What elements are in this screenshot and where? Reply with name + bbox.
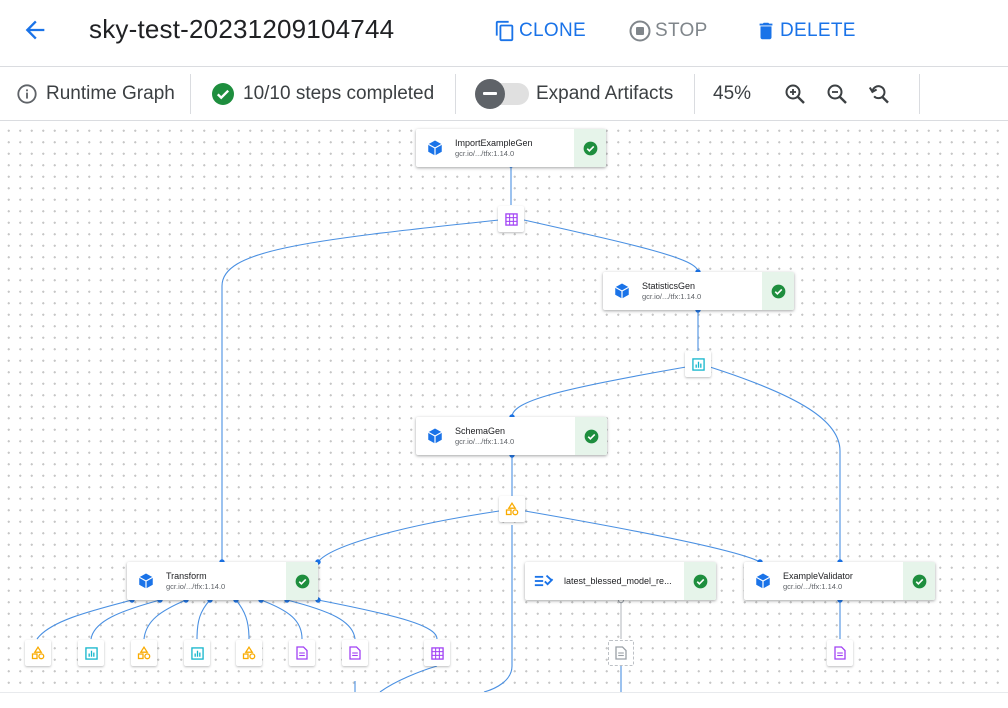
artifact-schema[interactable] — [131, 640, 157, 666]
success-check-icon — [295, 574, 309, 588]
node-image: gcr.io/.../tfx:1.14.0 — [455, 436, 515, 446]
node-name: latest_blessed_model_re... — [564, 575, 672, 586]
zoom-reset-icon — [868, 85, 889, 104]
component-cube-icon — [755, 573, 771, 589]
check-circle-icon — [212, 82, 234, 105]
success-check-icon — [912, 574, 926, 588]
zoom-reset-button[interactable] — [866, 81, 892, 107]
artifact-schema[interactable] — [236, 640, 262, 666]
success-check-icon — [771, 284, 785, 298]
artifact-file[interactable] — [289, 640, 315, 666]
artifact-statistics[interactable] — [184, 640, 210, 666]
component-cube-icon — [614, 283, 630, 299]
copy-icon — [495, 20, 514, 42]
node-name: StatisticsGen — [642, 280, 696, 291]
stop-label: STOP — [655, 20, 708, 41]
zoom-out-icon — [827, 84, 847, 104]
node-name: SchemaGen — [455, 425, 506, 436]
artifact-statistics[interactable] — [685, 351, 711, 377]
schema-artifact-icon — [242, 646, 256, 660]
artifact-file[interactable] — [342, 640, 368, 666]
runtime-graph-info[interactable]: Runtime Graph — [16, 67, 175, 120]
examples-artifact-icon — [430, 646, 444, 660]
artifact-examples[interactable] — [498, 206, 524, 232]
success-check-icon — [583, 141, 597, 155]
info-icon — [17, 83, 37, 104]
node-name: ImportExampleGen — [455, 137, 533, 148]
success-check-icon — [693, 574, 707, 588]
artifact-schema[interactable] — [25, 640, 51, 666]
component-cube-icon — [427, 140, 443, 156]
node-image: gcr.io/.../tfx:1.14.0 — [783, 581, 843, 591]
toolbar-divider — [694, 74, 695, 114]
file-artifact-icon — [296, 646, 308, 660]
run-title: sky-test-20231209104744 — [89, 14, 395, 44]
examples-artifact-icon — [504, 212, 518, 226]
zoom-level: 45% — [713, 82, 752, 104]
pipeline-graph-canvas[interactable]: ImportExampleGen gcr.io/.../tfx:1.14.0 S… — [0, 121, 1008, 692]
steps-status-text: 10/10 steps completed — [243, 82, 435, 104]
file-artifact-icon — [615, 646, 627, 660]
node-name: ExampleValidator — [783, 570, 853, 581]
component-cube-icon — [138, 573, 154, 589]
success-check-icon — [584, 429, 598, 443]
runtime-graph-label: Runtime Graph — [46, 82, 175, 104]
zoom-in-icon — [785, 84, 805, 104]
clone-button[interactable]: CLONE — [494, 16, 586, 46]
zoom-out-button[interactable] — [824, 81, 850, 107]
node-image: gcr.io/.../tfx:1.14.0 — [455, 148, 515, 158]
node-transform[interactable]: Transform gcr.io/.../tfx:1.14.0 — [127, 562, 318, 600]
expand-artifacts-label: Expand Artifacts — [536, 82, 674, 104]
page-header: sky-test-20231209104744 CLONE STOP DELET… — [0, 0, 1008, 66]
back-button[interactable] — [18, 13, 52, 47]
artifact-file[interactable] — [827, 640, 853, 666]
trash-icon — [759, 22, 773, 40]
toggle-knob — [475, 78, 505, 109]
node-name: Transform — [166, 570, 207, 581]
delete-label: DELETE — [780, 20, 856, 41]
node-statistics-gen[interactable]: StatisticsGen gcr.io/.../tfx:1.14.0 — [603, 272, 794, 310]
statistics-artifact-icon — [190, 646, 204, 660]
steps-status: 10/10 steps completed — [211, 67, 434, 120]
node-example-validator[interactable]: ExampleValidator gcr.io/.../tfx:1.14.0 — [744, 562, 935, 600]
toolbar-divider — [190, 74, 191, 114]
node-image: gcr.io/.../tfx:1.14.0 — [166, 581, 226, 591]
expand-artifacts-toggle[interactable]: Expand Artifacts — [475, 67, 673, 120]
artifact-file-pending[interactable] — [608, 640, 634, 666]
clone-label: CLONE — [519, 20, 586, 41]
resolver-icon — [534, 574, 554, 587]
toolbar-divider — [919, 74, 920, 114]
statistics-artifact-icon — [84, 646, 98, 660]
toggle-switch[interactable] — [475, 78, 529, 109]
file-artifact-icon — [349, 646, 361, 660]
delete-button[interactable]: DELETE — [755, 16, 856, 46]
node-image: gcr.io/.../tfx:1.14.0 — [642, 291, 702, 301]
node-latest-blessed-model-resolver[interactable]: latest_blessed_model_re... — [525, 562, 716, 600]
node-import-example-gen[interactable]: ImportExampleGen gcr.io/.../tfx:1.14.0 — [416, 129, 606, 167]
zoom-in-button[interactable] — [782, 81, 808, 107]
stop-circle-icon — [629, 20, 651, 42]
node-schema-gen[interactable]: SchemaGen gcr.io/.../tfx:1.14.0 — [416, 417, 607, 455]
canvas-bottom-edge — [0, 692, 1008, 708]
toolbar-divider — [455, 74, 456, 114]
statistics-artifact-icon — [691, 357, 705, 371]
artifact-schema[interactable] — [499, 496, 525, 522]
schema-artifact-icon — [137, 646, 151, 660]
file-artifact-icon — [834, 646, 846, 660]
schema-artifact-icon — [505, 502, 519, 516]
arrow-back-icon — [25, 20, 45, 40]
schema-artifact-icon — [31, 646, 45, 660]
artifact-examples[interactable] — [424, 640, 450, 666]
stop-button[interactable]: STOP — [628, 16, 708, 46]
artifact-statistics[interactable] — [78, 640, 104, 666]
graph-toolbar: Runtime Graph 10/10 steps completed Expa… — [0, 66, 1008, 121]
component-cube-icon — [427, 428, 443, 444]
